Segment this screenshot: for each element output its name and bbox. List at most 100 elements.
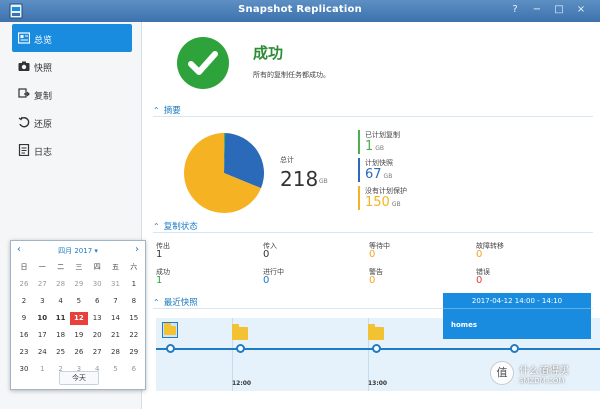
sidebar-item-snapshots[interactable]: 快照 bbox=[12, 52, 132, 80]
legend-value: 150 GB bbox=[365, 195, 401, 210]
watermark-subtext: SMZDM.COM bbox=[519, 377, 565, 385]
folder-icon[interactable] bbox=[232, 324, 248, 340]
section-title: 摘要 bbox=[163, 106, 181, 116]
calendar-day[interactable]: 1 bbox=[125, 278, 143, 291]
total-unit: GB bbox=[319, 178, 328, 185]
calendar-day[interactable]: 14 bbox=[107, 312, 125, 325]
legend-swatch bbox=[358, 130, 360, 154]
legend-unprotected: 没有计划保护 150 GB bbox=[358, 186, 438, 212]
weekday-header: 日 bbox=[20, 263, 28, 271]
sidebar-item-restore[interactable]: 还原 bbox=[12, 108, 132, 136]
calendar-day[interactable]: 16 bbox=[15, 329, 33, 342]
calendar-day[interactable]: 25 bbox=[52, 346, 70, 359]
maximize-button[interactable]: □ bbox=[553, 4, 565, 16]
status-failover: 故障转移 0 bbox=[476, 242, 504, 260]
calendar-day[interactable]: 27 bbox=[88, 346, 106, 359]
today-button[interactable]: 今天 bbox=[59, 371, 99, 385]
status-description: 所有的复制任务都成功。 bbox=[253, 71, 330, 79]
weekday-header: 一 bbox=[38, 263, 46, 271]
calendar-day[interactable]: 3 bbox=[33, 295, 51, 308]
calendar-day[interactable]: 5 bbox=[107, 363, 125, 376]
calendar-day[interactable]: 20 bbox=[88, 329, 106, 342]
status-error: 错误 0 bbox=[476, 268, 490, 286]
calendar-day-today[interactable]: 12 bbox=[69, 312, 88, 325]
calendar-day[interactable]: 6 bbox=[88, 295, 106, 308]
calendar-day[interactable]: 13 bbox=[88, 312, 106, 325]
legend-scheduled-snapshot: 计划快照 67 GB bbox=[358, 158, 438, 184]
calendar-day[interactable]: 6 bbox=[125, 363, 143, 376]
calendar-day[interactable]: 10 bbox=[33, 312, 51, 325]
calendar-day[interactable]: 23 bbox=[15, 346, 33, 359]
calendar-day[interactable]: 9 bbox=[15, 312, 33, 325]
calendar-day[interactable]: 22 bbox=[125, 329, 143, 342]
sidebar-item-log[interactable]: 日志 bbox=[12, 136, 132, 164]
timeline-selected-folder[interactable] bbox=[162, 322, 178, 338]
calendar-day[interactable]: 26 bbox=[70, 346, 88, 359]
timeline-node[interactable] bbox=[166, 344, 175, 353]
calendar-day[interactable]: 4 bbox=[52, 295, 70, 308]
usage-pie-chart bbox=[184, 133, 264, 213]
sidebar-item-label: 还原 bbox=[34, 120, 53, 130]
tooltip-share-name: homes bbox=[451, 321, 478, 329]
calendar-day[interactable]: 29 bbox=[70, 278, 88, 291]
divider bbox=[153, 116, 593, 117]
timeline-node[interactable] bbox=[510, 344, 519, 353]
status-waiting: 等待中 0 bbox=[369, 242, 390, 260]
restore-icon bbox=[18, 116, 30, 128]
camera-icon bbox=[18, 61, 30, 71]
replication-icon bbox=[18, 88, 30, 98]
calendar-day[interactable]: 30 bbox=[15, 363, 33, 376]
weekday-header: 六 bbox=[130, 263, 138, 271]
timeline-tick-label: 12:00 bbox=[232, 380, 252, 387]
success-check-icon bbox=[177, 37, 229, 89]
calendar-day[interactable]: 29 bbox=[125, 346, 143, 359]
sidebar-item-replication[interactable]: 复制 bbox=[12, 80, 132, 108]
calendar-day[interactable]: 8 bbox=[125, 295, 143, 308]
minimize-button[interactable]: − bbox=[531, 4, 543, 16]
calendar-day[interactable]: 5 bbox=[70, 295, 88, 308]
title-bar: Snapshot Replication ? − □ × bbox=[0, 0, 600, 22]
calendar-day[interactable]: 30 bbox=[88, 278, 106, 291]
sidebar-item-overview[interactable]: 总览 bbox=[12, 24, 132, 52]
timeline-node[interactable] bbox=[372, 344, 381, 353]
calendar-day[interactable]: 28 bbox=[107, 346, 125, 359]
status-title: 成功 bbox=[253, 44, 284, 62]
calendar-day[interactable]: 11 bbox=[52, 312, 70, 325]
watermark-text: 什么值得买 bbox=[519, 366, 569, 377]
calendar-header: ‹ 四月 2017 ▾ › bbox=[11, 241, 145, 259]
sidebar-item-label: 复制 bbox=[34, 92, 53, 102]
calendar-day[interactable]: 1 bbox=[33, 363, 51, 376]
calendar-day[interactable]: 19 bbox=[70, 329, 88, 342]
sidebar-item-label: 日志 bbox=[34, 148, 53, 158]
calendar-day[interactable]: 17 bbox=[33, 329, 51, 342]
next-month-button[interactable]: › bbox=[135, 244, 139, 255]
status-outgoing: 传出 1 bbox=[156, 242, 170, 260]
section-title: 复制状态 bbox=[163, 222, 198, 232]
calendar-day[interactable]: 21 bbox=[107, 329, 125, 342]
weekday-header: 四 bbox=[93, 263, 101, 271]
status-in-progress: 进行中 0 bbox=[263, 268, 284, 286]
overview-icon bbox=[18, 32, 30, 44]
summary-section-header[interactable]: ⌃ 摘要 bbox=[153, 104, 593, 117]
help-button[interactable]: ? bbox=[509, 4, 521, 16]
calendar-day[interactable]: 27 bbox=[33, 278, 51, 291]
status-success: 成功 1 bbox=[156, 268, 170, 286]
calendar-day[interactable]: 18 bbox=[52, 329, 70, 342]
calendar-day[interactable]: 15 bbox=[125, 312, 143, 325]
calendar-day[interactable]: 28 bbox=[52, 278, 70, 291]
calendar-day[interactable]: 7 bbox=[107, 295, 125, 308]
snapshot-replication-window: Snapshot Replication ? − □ × 总览 快照 复制 还原… bbox=[0, 0, 600, 409]
sidebar-item-label: 总览 bbox=[34, 36, 53, 46]
close-button[interactable]: × bbox=[575, 4, 587, 16]
timeline-node[interactable] bbox=[236, 344, 245, 353]
calendar-day[interactable]: 31 bbox=[107, 278, 125, 291]
legend-swatch bbox=[358, 186, 360, 210]
timeline-tick-label: 13:00 bbox=[368, 380, 388, 387]
folder-icon[interactable] bbox=[368, 324, 384, 340]
calendar-day[interactable]: 2 bbox=[15, 295, 33, 308]
status-warning: 警告 0 bbox=[369, 268, 383, 286]
calendar-day[interactable]: 24 bbox=[33, 346, 51, 359]
calendar-day[interactable]: 26 bbox=[15, 278, 33, 291]
replication-status-section-header[interactable]: ⌃ 复制状态 bbox=[153, 220, 593, 233]
month-selector[interactable]: 四月 2017 ▾ bbox=[11, 246, 145, 256]
